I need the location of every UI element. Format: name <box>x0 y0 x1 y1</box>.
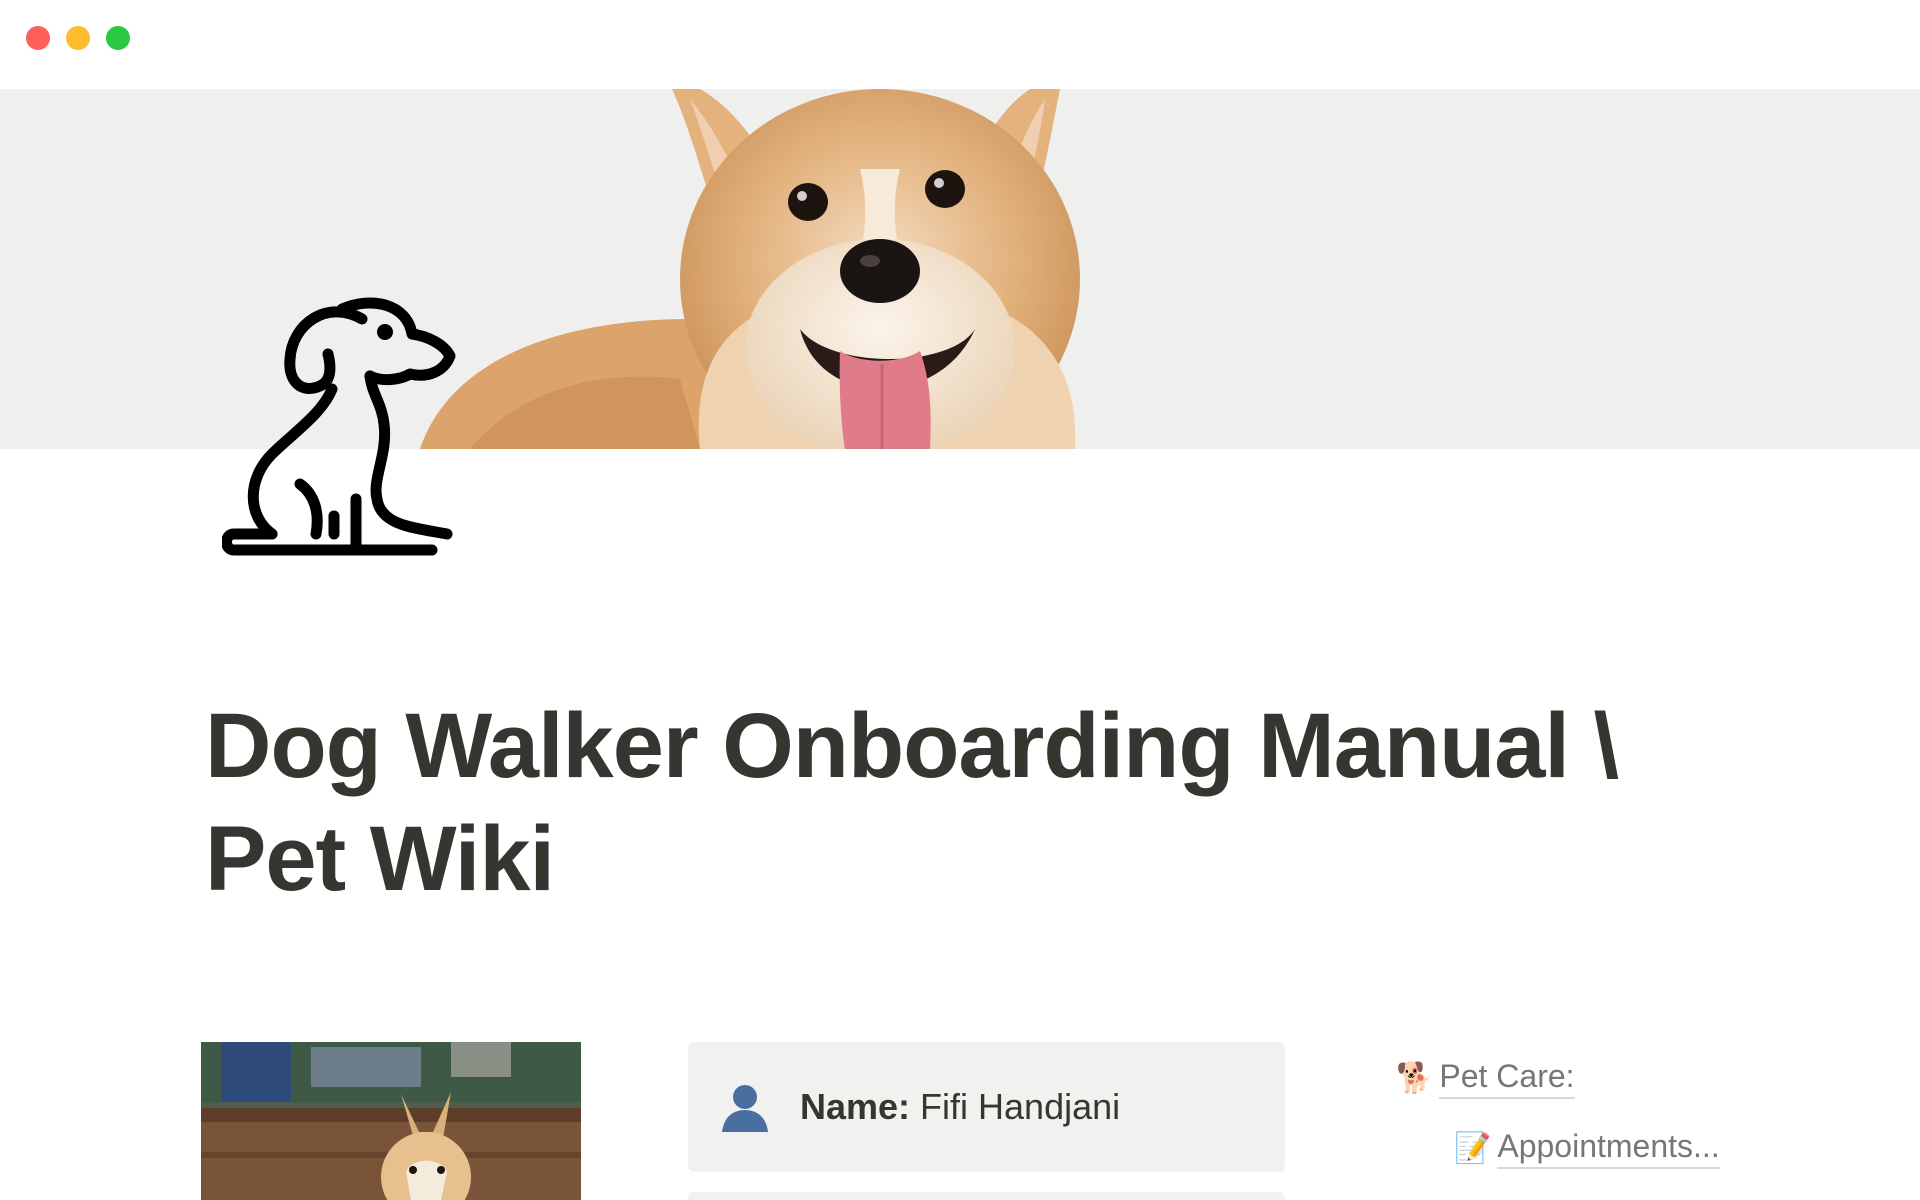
close-window-button[interactable] <box>26 26 50 50</box>
pet-care-label: Pet Care: <box>1439 1058 1575 1099</box>
maximize-window-button[interactable] <box>106 26 130 50</box>
pet-photo[interactable] <box>201 1042 581 1200</box>
callout-text: Name: Fifi Handjani <box>800 1086 1120 1128</box>
page-title[interactable]: Dog Walker Onboarding Manual \ Pet Wiki <box>205 690 1665 916</box>
window-titlebar <box>0 0 1920 89</box>
minimize-window-button[interactable] <box>66 26 90 50</box>
dog-emoji-icon: 🐕 <box>1396 1062 1434 1095</box>
dog-icon[interactable] <box>221 294 522 556</box>
appointments-label: Appointments... <box>1497 1128 1720 1169</box>
callout-label: Name: <box>800 1086 911 1127</box>
name-callout[interactable]: Name: Fifi Handjani <box>688 1042 1285 1172</box>
callout-block[interactable] <box>688 1192 1285 1200</box>
chihuahua-photo <box>201 1042 581 1200</box>
memo-emoji-icon: 📝 <box>1454 1132 1492 1165</box>
callout-value: Fifi Handjani <box>910 1086 1121 1127</box>
appointments-link[interactable]: 📝 Appointments... <box>1454 1128 1720 1169</box>
pet-care-link[interactable]: 🐕 Pet Care: <box>1396 1058 1575 1099</box>
person-icon <box>722 1085 768 1132</box>
